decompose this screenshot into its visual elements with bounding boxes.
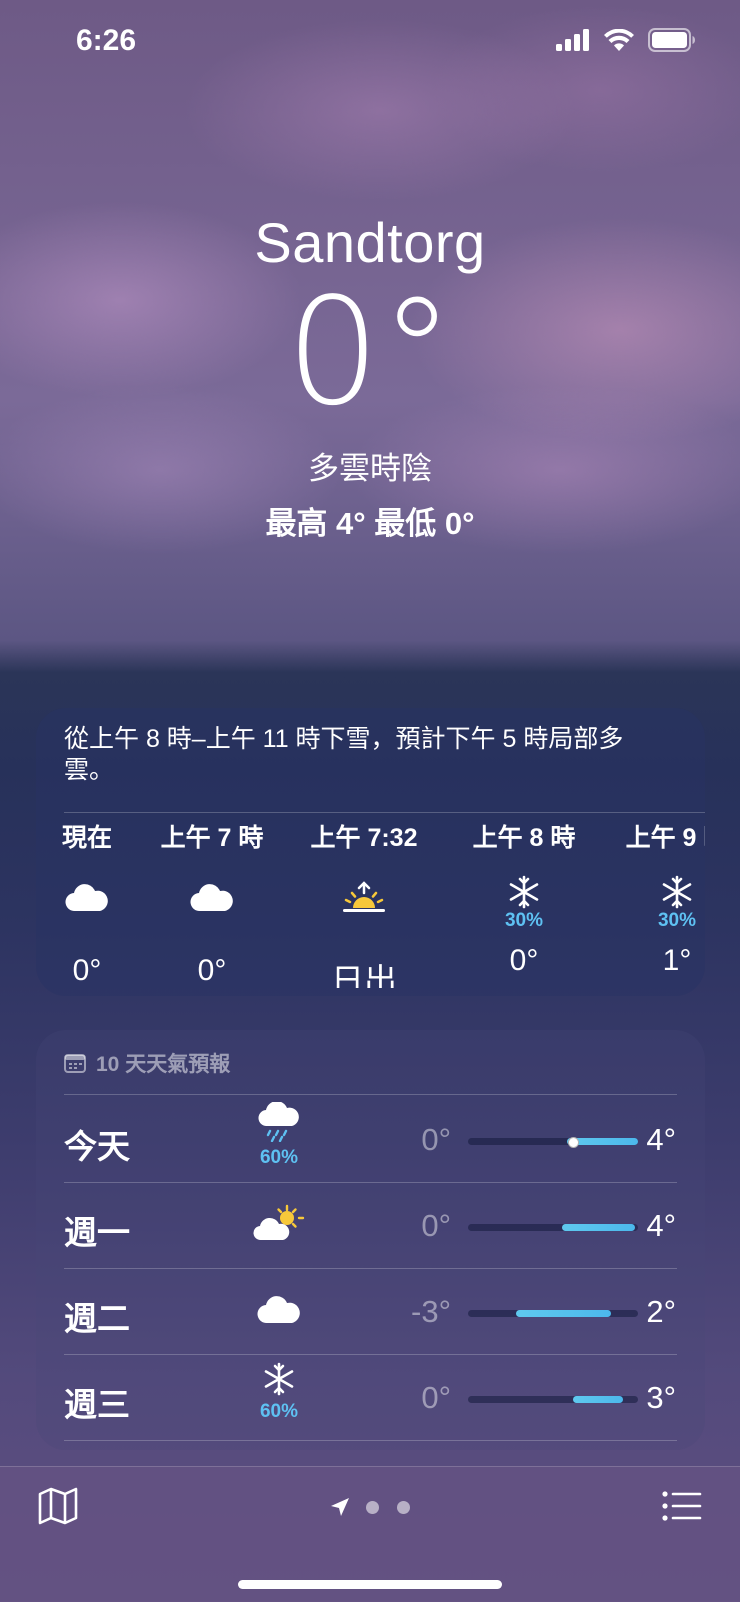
snowflake-icon — [662, 875, 692, 909]
signal-icon — [556, 29, 589, 51]
hour-label: 上午 8 時 — [472, 824, 576, 852]
cloud-icon — [257, 1296, 300, 1324]
hour-item: 上午 7:32 日出 — [289, 818, 439, 988]
hour-label: 上午 9 時 — [625, 824, 705, 852]
day-condition — [234, 1204, 324, 1249]
card-divider — [64, 1094, 677, 1095]
day-high: 2° — [646, 1294, 676, 1329]
forecast-day-row[interactable]: 週三 60% 0° 3° — [64, 1354, 676, 1440]
current-weather: Sandtorg 0° 多雲時陰 最高 4° 最低 0° — [0, 210, 740, 543]
temp-range-bar — [468, 1396, 638, 1403]
hour-precip: 30% — [657, 910, 697, 931]
forecast-day-row[interactable]: 週二 -3° 2° — [64, 1268, 676, 1354]
ten-day-forecast-card[interactable]: 10 天天氣預報 今天 60% 0° 4° 週一 0° 4° 週二 -3° 2°… — [36, 1030, 705, 1450]
snowflake-icon — [264, 1362, 294, 1396]
day-condition — [234, 1294, 324, 1329]
partly-sunny-icon — [253, 1204, 305, 1241]
temp-range-bar — [468, 1137, 638, 1148]
hour-temp: 日出 — [331, 962, 397, 988]
location-arrow-icon[interactable] — [330, 1497, 350, 1517]
temp-range-fill — [515, 1310, 611, 1317]
day-label: 週一 — [64, 1214, 130, 1251]
battery-icon — [648, 28, 695, 52]
temp-range-fill — [561, 1224, 635, 1231]
current-temp-marker — [568, 1137, 580, 1148]
cloud-icon — [190, 884, 233, 912]
hourly-forecast-card[interactable]: 從上午 8 時–上午 11 時下雪，預計下午 5 時局部多雲。 現在 0° 上午… — [36, 708, 705, 996]
sunrise-icon — [343, 881, 385, 912]
day-high: 3° — [646, 1380, 676, 1415]
forecast-day-row[interactable]: 今天 60% 0° 4° — [64, 1096, 676, 1182]
forecast-day-row[interactable]: 週一 0° 4° — [64, 1182, 676, 1268]
calendar-icon — [64, 1054, 86, 1073]
temp-range-fill — [573, 1396, 623, 1403]
status-bar: 6:26 — [0, 0, 740, 84]
wifi-icon — [604, 29, 634, 51]
snowflake-icon — [509, 875, 539, 909]
hour-precip: 30% — [504, 910, 544, 931]
hour-precip — [289, 920, 439, 940]
hour-temp: 1° — [662, 944, 692, 977]
day-precip: 60% — [259, 1147, 299, 1168]
hour-label: 上午 7 時 — [160, 824, 264, 852]
high-low-temperature: 最高 4° 最低 0° — [265, 506, 475, 541]
cloud-rain-icon — [258, 1101, 299, 1143]
day-label: 今天 — [64, 1128, 130, 1165]
day-condition: 60% — [234, 1101, 324, 1169]
status-time: 6:26 — [76, 24, 137, 57]
day-low: 0° — [421, 1122, 451, 1157]
list-icon[interactable] — [662, 1491, 702, 1521]
hour-item: 上午 9 時 30% 1° — [602, 818, 705, 978]
hour-item: 上午 7 時 0° — [137, 818, 287, 988]
hour-precip — [137, 920, 287, 940]
hour-label: 上午 7:32 — [310, 824, 418, 852]
forecast-summary: 從上午 8 時–上午 11 時下雪，預計下午 5 時局部多雲。 — [64, 725, 624, 784]
day-high: 4° — [646, 1122, 676, 1157]
page-indicator-dot[interactable] — [366, 1501, 379, 1514]
status-icons — [556, 28, 696, 52]
page-indicator-dot[interactable] — [397, 1501, 410, 1514]
current-temperature: 0° — [285, 266, 455, 438]
temp-range-bar — [468, 1310, 638, 1317]
cloud-icon — [65, 884, 108, 912]
home-indicator[interactable] — [238, 1580, 502, 1589]
hour-item: 上午 8 時 30% 0° — [449, 818, 599, 978]
day-high: 4° — [646, 1208, 676, 1243]
hour-temp: 0° — [509, 944, 539, 977]
day-low: 0° — [421, 1380, 451, 1415]
map-icon[interactable] — [38, 1487, 78, 1525]
hour-temp: 0° — [197, 954, 227, 987]
day-label: 週二 — [64, 1300, 130, 1337]
day-condition: 60% — [234, 1362, 324, 1423]
row-divider — [64, 1440, 677, 1441]
day-precip: 60% — [259, 1401, 299, 1422]
forecast-header: 10 天天氣預報 — [64, 1048, 230, 1078]
day-label: 週三 — [64, 1386, 130, 1423]
day-low: 0° — [421, 1208, 451, 1243]
forecast-header-label: 10 天天氣預報 — [96, 1053, 231, 1076]
current-condition: 多雲時陰 — [308, 451, 432, 486]
card-divider — [64, 812, 705, 813]
day-low: -3° — [411, 1294, 451, 1329]
hourly-scroll[interactable]: 現在 0° 上午 7 時 0° 上午 7:32 日出 上午 8 時 30% 0°… — [36, 818, 705, 988]
temp-range-bar — [468, 1224, 638, 1231]
